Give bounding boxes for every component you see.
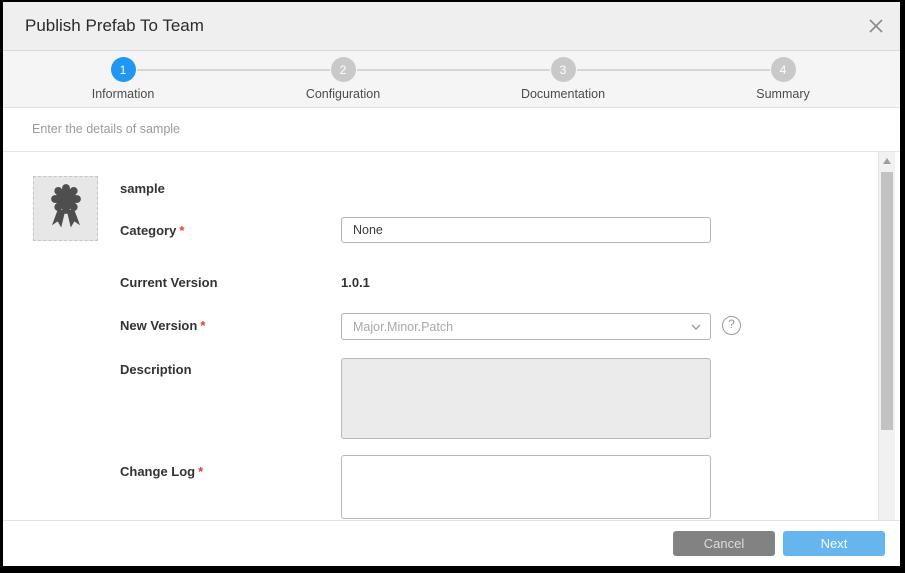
step-number-badge: 2 xyxy=(331,57,356,82)
award-rosette-icon xyxy=(45,181,87,236)
required-asterisk: * xyxy=(179,223,184,238)
dialog-footer: Cancel Next xyxy=(3,520,900,566)
new-version-select[interactable] xyxy=(341,313,711,340)
cancel-button[interactable]: Cancel xyxy=(673,531,775,556)
step-number-badge: 3 xyxy=(551,57,576,82)
new-version-input[interactable] xyxy=(341,313,711,340)
step-label: Information xyxy=(48,87,198,101)
step-description-bar: Enter the details of sample xyxy=(3,108,900,152)
new-version-label: New Version* xyxy=(120,318,205,333)
step-label: Summary xyxy=(708,87,858,101)
dialog-header: Publish Prefab To Team xyxy=(3,2,900,51)
step-description-text: Enter the details of sample xyxy=(32,122,180,136)
form-content: sample Category* Current Version 1.0.1 N… xyxy=(3,152,900,520)
description-label: Description xyxy=(120,362,192,377)
scrollbar-thumb[interactable] xyxy=(881,172,893,430)
step-documentation[interactable]: 3 Documentation xyxy=(488,57,638,101)
wizard-stepper: 1 Information 2 Configuration 3 Document… xyxy=(3,51,900,108)
asset-name: sample xyxy=(120,181,165,196)
step-label: Configuration xyxy=(268,87,418,101)
required-asterisk: * xyxy=(198,464,203,479)
step-summary[interactable]: 4 Summary xyxy=(708,57,858,101)
next-button[interactable]: Next xyxy=(783,531,885,556)
dialog-title: Publish Prefab To Team xyxy=(25,16,204,36)
step-label: Documentation xyxy=(488,87,638,101)
scroll-up-icon[interactable] xyxy=(883,158,891,164)
current-version-label: Current Version xyxy=(120,275,218,290)
step-information[interactable]: 1 Information xyxy=(48,57,198,101)
category-label: Category* xyxy=(120,223,184,238)
change-log-label: Change Log* xyxy=(120,464,203,479)
current-version-value: 1.0.1 xyxy=(341,275,370,290)
category-input[interactable] xyxy=(341,217,711,243)
publish-prefab-dialog: Publish Prefab To Team 1 Information 2 C… xyxy=(3,2,900,566)
description-textarea xyxy=(341,358,711,439)
help-icon[interactable]: ? xyxy=(722,316,741,335)
required-asterisk: * xyxy=(200,318,205,333)
vertical-scrollbar xyxy=(878,152,895,520)
change-log-textarea[interactable] xyxy=(341,455,711,519)
prefab-thumbnail[interactable] xyxy=(33,176,98,241)
step-number-badge: 4 xyxy=(771,57,796,82)
step-configuration[interactable]: 2 Configuration xyxy=(268,57,418,101)
close-icon[interactable] xyxy=(867,17,885,35)
step-number-badge: 1 xyxy=(111,57,136,82)
